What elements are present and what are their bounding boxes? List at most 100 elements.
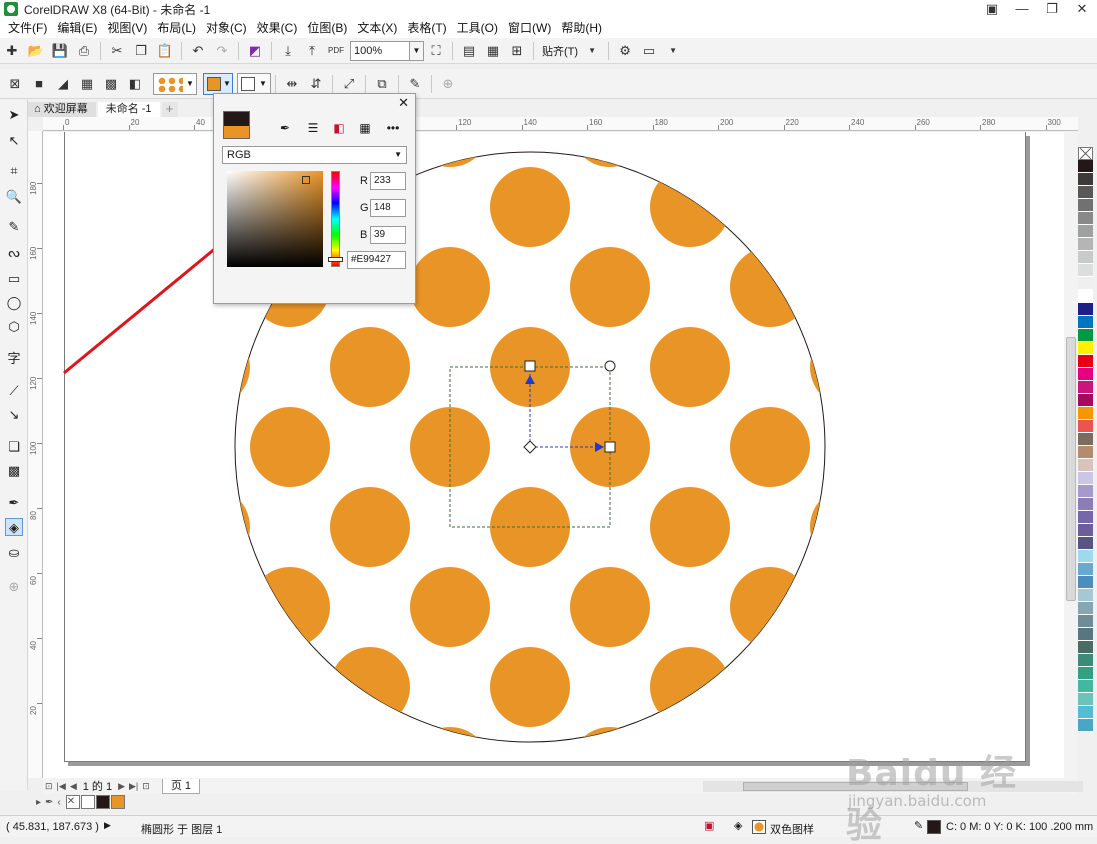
document-palette: ▸ ✒ ‹ ✕ <box>36 794 1078 810</box>
color-model-value: RGB <box>227 149 251 161</box>
outline-color-swatch <box>927 820 941 834</box>
last-page-icon[interactable]: ▶| <box>129 781 138 792</box>
no-color-swatch[interactable]: ✕ <box>65 795 80 809</box>
hue-slider[interactable] <box>328 171 343 267</box>
palette-color-swatch[interactable] <box>1078 186 1093 199</box>
palette-menu-icon[interactable]: ▸ <box>36 797 41 808</box>
palette-color-swatch[interactable] <box>1078 641 1093 654</box>
object-info: 椭圆形 于 图层 1 <box>141 824 223 836</box>
page-tab[interactable]: 页 1 <box>161 778 201 794</box>
hex-color-field[interactable]: #E99427 <box>347 251 406 269</box>
scroll-left-icon[interactable]: ‹ <box>57 797 60 808</box>
palette-color-swatch[interactable] <box>1078 693 1093 706</box>
palette-color-swatch[interactable] <box>1078 511 1093 524</box>
next-page-icon[interactable]: ▶ <box>118 781 125 792</box>
color-model-select[interactable]: RGB ▼ <box>222 146 407 164</box>
fill-pattern-swatch <box>752 820 766 834</box>
palette-color-swatch[interactable] <box>1078 706 1093 719</box>
palette-color-swatch[interactable] <box>1078 394 1093 407</box>
document-color-swatch[interactable] <box>110 795 125 809</box>
palette-color-swatch[interactable] <box>1078 719 1093 732</box>
palette-color-swatch[interactable] <box>1078 498 1093 511</box>
palette-color-swatch[interactable] <box>1078 472 1093 485</box>
palette-color-swatch[interactable] <box>1078 368 1093 381</box>
palette-color-swatch[interactable] <box>1078 290 1093 303</box>
color-proofing-icon[interactable]: ▣ <box>704 819 714 832</box>
palette-color-swatch[interactable] <box>1078 264 1093 277</box>
palette-color-swatch[interactable] <box>1078 342 1093 355</box>
palette-color-swatch[interactable] <box>1078 329 1093 342</box>
palette-color-swatch[interactable] <box>1078 277 1093 290</box>
horizontal-scrollbar[interactable] <box>703 781 1083 792</box>
palette-color-swatch[interactable] <box>1078 420 1093 433</box>
palette-color-swatch[interactable] <box>1078 199 1093 212</box>
palette-color-swatch[interactable] <box>1078 446 1093 459</box>
no-color-swatch[interactable] <box>1078 147 1093 160</box>
palette-color-swatch[interactable] <box>1078 524 1093 537</box>
blue-field[interactable]: 39 <box>370 226 406 244</box>
eyedropper-icon[interactable]: ✒ <box>45 797 53 808</box>
palette-color-swatch[interactable] <box>1078 576 1093 589</box>
color-reference-swatch <box>223 111 250 139</box>
green-field[interactable]: 148 <box>370 199 406 217</box>
palette-color-swatch[interactable] <box>1078 563 1093 576</box>
color-palettes-icon[interactable]: ▦ <box>356 119 374 137</box>
palette-color-swatch[interactable] <box>1078 537 1093 550</box>
palette-color-swatch[interactable] <box>1078 667 1093 680</box>
palette-color-swatch[interactable] <box>1078 628 1093 641</box>
palette-color-swatch[interactable] <box>1078 381 1093 394</box>
previous-page-icon[interactable]: ◀ <box>70 781 77 792</box>
palette-color-swatch[interactable] <box>1078 303 1093 316</box>
palette-color-swatch[interactable] <box>1078 212 1093 225</box>
document-color-swatch[interactable] <box>95 795 110 809</box>
color-sliders-icon[interactable]: ☰ <box>304 119 322 137</box>
hue-slider-knob[interactable] <box>328 257 343 262</box>
old-color <box>224 112 249 126</box>
palette-color-swatch[interactable] <box>1078 602 1093 615</box>
palette-color-swatch[interactable] <box>1078 589 1093 602</box>
outline-pen-icon: ✎ <box>914 820 924 832</box>
add-page-icon[interactable]: ⊡ <box>142 781 150 792</box>
palette-color-swatch[interactable] <box>1078 251 1093 264</box>
first-page-icon[interactable]: |◀ <box>57 781 66 792</box>
chevron-down-icon: ▼ <box>394 150 402 159</box>
palette-color-swatch[interactable] <box>1078 550 1093 563</box>
more-options-icon[interactable]: ••• <box>384 119 402 137</box>
vertical-scroll-thumb[interactable] <box>1066 337 1076 601</box>
color-picker-marker[interactable] <box>302 176 310 184</box>
color-picker-area[interactable] <box>227 171 323 267</box>
outline-info: C: 0 M: 0 Y: 0 K: 100 .200 mm <box>946 821 1094 833</box>
palette-color-swatch[interactable] <box>1078 355 1093 368</box>
palette-color-swatch[interactable] <box>1078 680 1093 693</box>
palette-color-swatch[interactable] <box>1078 160 1093 173</box>
new-color <box>224 126 249 138</box>
palette-color-swatch[interactable] <box>1078 173 1093 186</box>
page-navigator: ⊡ |◀ ◀ 1 的 1 ▶ ▶| ⊡ 页 1 <box>43 778 1083 794</box>
fill-info: 双色图样 <box>770 824 814 836</box>
color-docker-popup: ✕ ✒ ☰ ◧ ▦ ••• RGB ▼ R 233 G 148 B 39 #E99… <box>213 93 416 304</box>
close-icon[interactable]: ✕ <box>398 95 409 111</box>
palette-color-swatch[interactable] <box>1078 433 1093 446</box>
page-counter: 1 的 1 <box>82 781 113 793</box>
green-label: G <box>360 202 369 214</box>
eyedropper-icon[interactable]: ✒ <box>276 119 294 137</box>
palette-color-swatch[interactable] <box>1078 225 1093 238</box>
color-viewer-icon[interactable]: ◧ <box>330 119 348 137</box>
vertical-scrollbar[interactable] <box>1064 131 1078 778</box>
horizontal-scroll-thumb[interactable] <box>743 782 968 791</box>
document-color-swatch[interactable] <box>80 795 95 809</box>
palette-color-swatch[interactable] <box>1078 316 1093 329</box>
red-field[interactable]: 233 <box>370 172 406 190</box>
palette-color-swatch[interactable] <box>1078 238 1093 251</box>
palette-color-swatch[interactable] <box>1078 485 1093 498</box>
palette-color-swatch[interactable] <box>1078 407 1093 420</box>
first-page-icon[interactable]: ⊡ <box>45 781 53 792</box>
palette-color-swatch[interactable] <box>1078 615 1093 628</box>
status-menu-arrow-icon[interactable]: ▶ <box>104 820 111 831</box>
palette-color-swatch[interactable] <box>1078 459 1093 472</box>
palette-color-swatch[interactable] <box>1078 654 1093 667</box>
color-palette <box>1078 147 1093 772</box>
cursor-coordinates: ( 45.831, 187.673 ) <box>6 821 99 833</box>
fill-indicator-icon: ◈ <box>734 820 743 832</box>
status-bar: ( 45.831, 187.673 ) ▶ 椭圆形 于 图层 1 ▣ ◈ 双色图… <box>0 815 1097 837</box>
